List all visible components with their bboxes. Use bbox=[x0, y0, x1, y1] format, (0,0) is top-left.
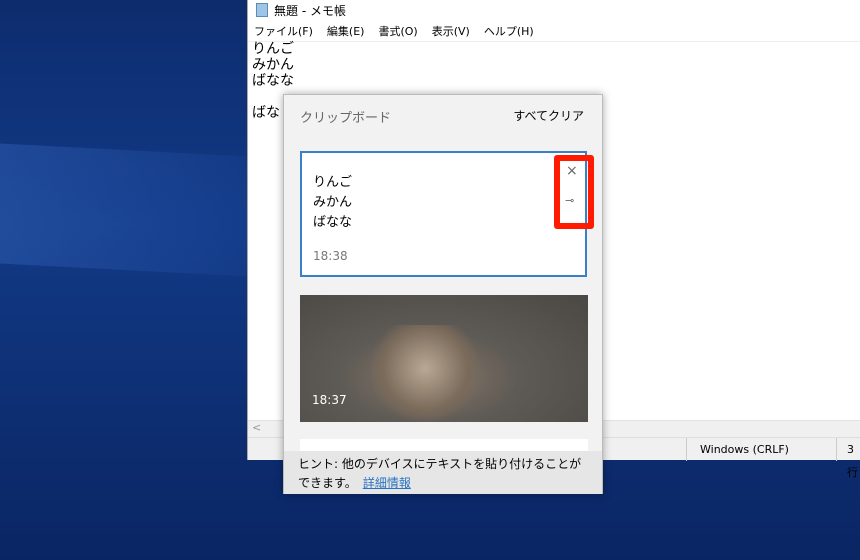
hint-message: ヒント: 他のデバイスにテキストを貼り付けることができます。 bbox=[298, 457, 582, 490]
title-bar: 無題 - メモ帳 bbox=[248, 0, 860, 20]
window-title: 無題 - メモ帳 bbox=[274, 3, 346, 18]
menu-bar: ファイル(F) 編集(E) 書式(O) 表示(V) ヘルプ(H) bbox=[248, 20, 860, 42]
clipboard-item-text[interactable]: りんご みかん ばなな 18:38 bbox=[300, 151, 587, 277]
clipboard-item-image[interactable]: 18:37 bbox=[300, 295, 588, 422]
item-time: 18:37 bbox=[312, 393, 347, 407]
menu-file[interactable]: ファイル(F) bbox=[254, 23, 313, 39]
kitten-image bbox=[370, 325, 480, 422]
scroll-left-icon[interactable]: < bbox=[252, 421, 261, 434]
notepad-icon bbox=[256, 3, 268, 17]
close-icon[interactable]: × bbox=[566, 163, 578, 179]
clipboard-item-partial[interactable] bbox=[300, 439, 588, 451]
pin-icon[interactable]: ⊸ bbox=[565, 194, 574, 207]
clear-all-button[interactable]: すべてクリア bbox=[513, 107, 584, 124]
menu-help[interactable]: ヘルプ(H) bbox=[484, 23, 534, 39]
item-text: りんご みかん ばなな bbox=[313, 175, 353, 230]
menu-view[interactable]: 表示(V) bbox=[432, 23, 470, 39]
clipboard-history-panel: クリップボード すべてクリア りんご みかん ばなな 18:38 × ⊸ 18:… bbox=[283, 94, 603, 494]
hint-text: ヒント: 他のデバイスにテキストを貼り付けることができます。 詳細情報 bbox=[284, 451, 602, 494]
item-time: 18:38 bbox=[313, 249, 348, 263]
details-link[interactable]: 詳細情報 bbox=[363, 476, 411, 490]
clipboard-title: クリップボード bbox=[300, 111, 392, 126]
cursor-position: 3 行 bbox=[836, 438, 860, 479]
menu-edit[interactable]: 編集(E) bbox=[327, 23, 365, 39]
menu-format[interactable]: 書式(O) bbox=[378, 23, 417, 39]
encoding-status: Windows (CRLF) bbox=[686, 438, 846, 461]
